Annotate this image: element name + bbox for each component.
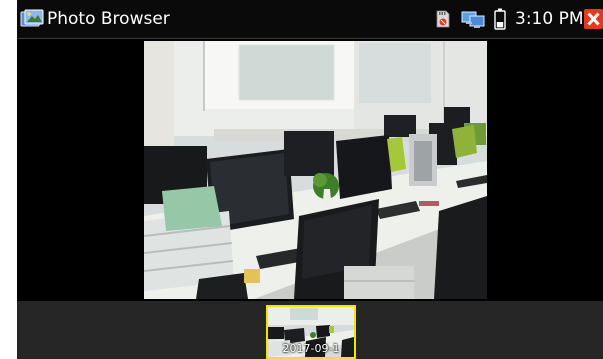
title-bar: Photo Browser 3:10 PM [17,0,603,39]
sd-card-icon [436,10,450,28]
battery-icon [494,8,506,30]
screen: Photo Browser 3:10 PM 2017-09-1 [0,0,603,359]
office-photo[interactable] [144,41,487,299]
device-display: Photo Browser 3:10 PM 2017-09-1 [17,0,603,359]
close-icon[interactable] [584,9,603,29]
photo-viewer [17,39,603,301]
thumbnail-date-label: 2017-09-1 [282,342,340,355]
status-area: 3:10 PM [403,0,603,38]
status-time: 3:10 PM [515,9,584,29]
photo-browser-icon [20,9,44,27]
thumbnail-strip: 2017-09-1 [17,301,603,359]
app-title: Photo Browser [47,9,170,29]
thumbnail-selected[interactable]: 2017-09-1 [266,305,356,359]
computer-network-icon [461,11,485,28]
